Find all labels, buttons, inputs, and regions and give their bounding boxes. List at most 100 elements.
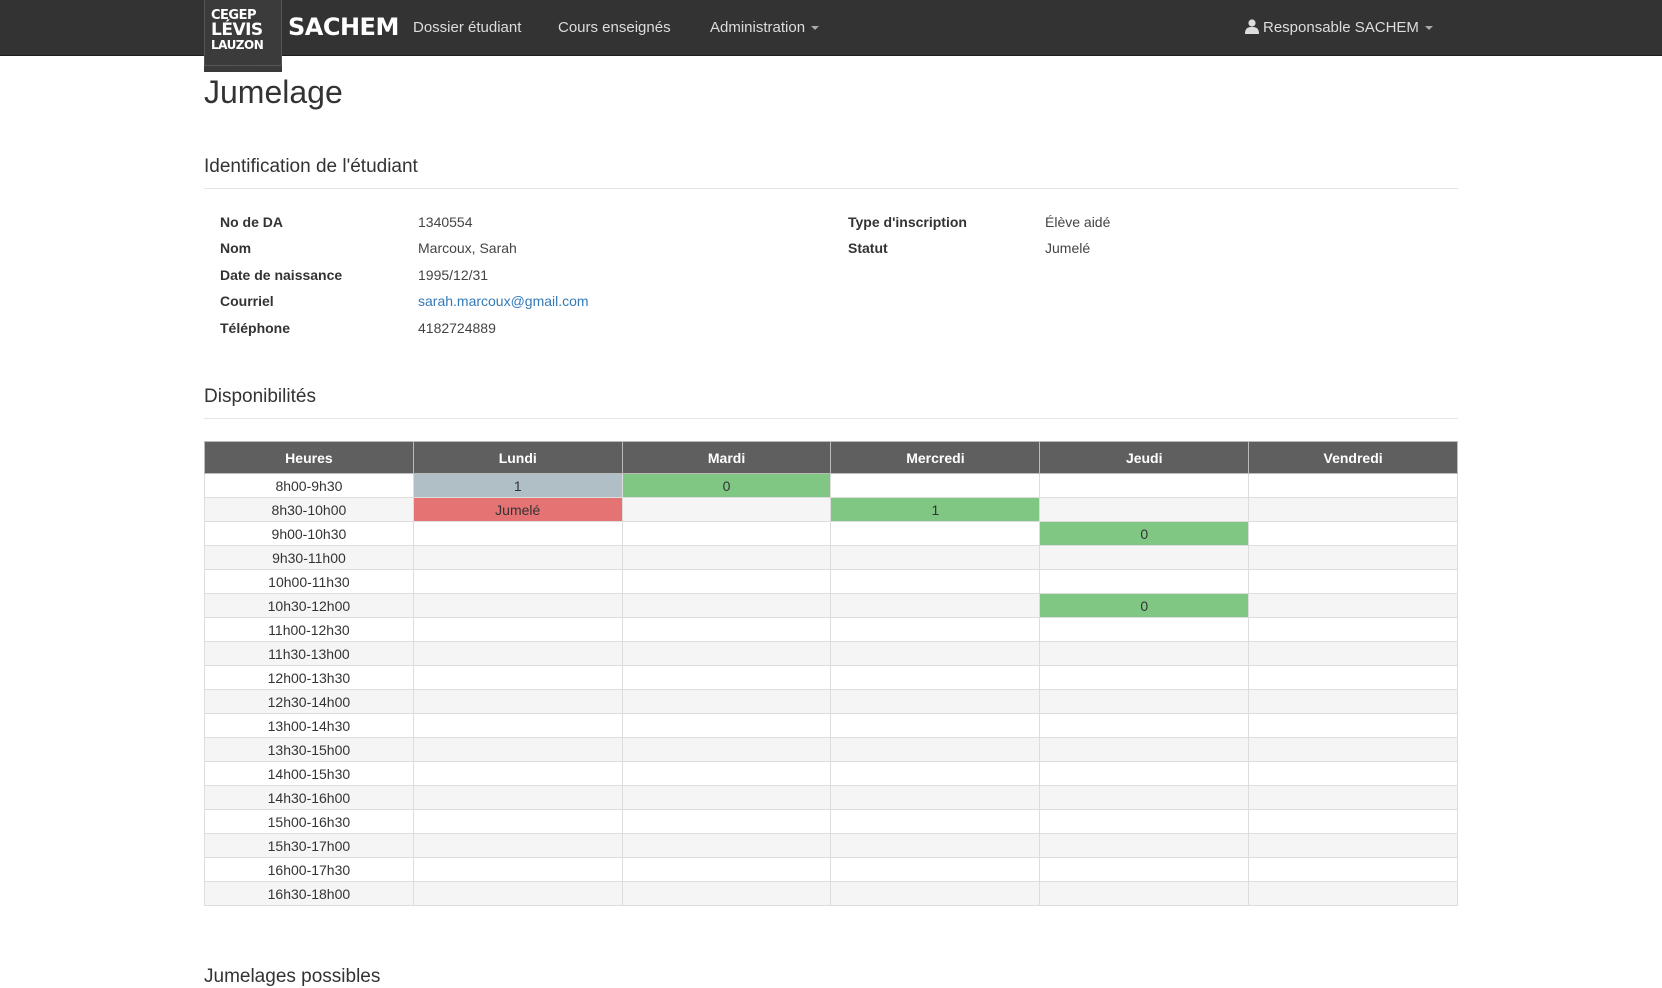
availability-cell[interactable]: Jumelé [412,497,623,522]
availability-cell[interactable] [1248,593,1458,618]
availability-cell[interactable] [621,689,832,714]
availability-cell[interactable] [1248,689,1458,714]
availability-cell[interactable]: 0 [1039,521,1250,546]
availability-cell[interactable] [412,545,623,570]
availability-cell[interactable] [1039,545,1250,570]
availability-cell[interactable] [621,737,832,762]
availability-cell[interactable] [830,857,1041,882]
availability-cell[interactable] [1039,857,1250,882]
availability-cell[interactable] [412,641,623,666]
availability-cell[interactable] [621,497,832,522]
availability-cell[interactable] [621,545,832,570]
availability-cell[interactable] [621,833,832,858]
availability-cell[interactable] [1039,833,1250,858]
availability-cell[interactable] [1248,881,1458,906]
availability-cell[interactable] [1248,665,1458,690]
cegep-logo[interactable]: CEGEP LÉVIS LAUZON [204,0,282,72]
availability-cell[interactable] [621,761,832,786]
nav-link-cours-enseignes[interactable]: Cours enseignés [558,19,671,36]
availability-cell[interactable] [412,785,623,810]
availability-cell[interactable] [412,713,623,738]
availability-cell[interactable] [830,593,1041,618]
nav-dropdown-administration[interactable]: Administration [710,19,820,36]
availability-cell[interactable] [412,809,623,834]
availability-cell[interactable] [830,569,1041,594]
availability-cell[interactable] [412,761,623,786]
availability-cell[interactable] [412,593,623,618]
time-slot-cell: 16h30-18h00 [204,881,414,906]
availability-cell[interactable] [1039,761,1250,786]
availability-cell[interactable]: 0 [621,473,832,498]
availability-cell[interactable] [621,857,832,882]
availability-cell[interactable] [1039,689,1250,714]
availability-cell[interactable] [1248,497,1458,522]
user-menu[interactable]: Responsable SACHEM [1245,19,1433,36]
availability-cell[interactable] [1248,521,1458,546]
availability-cell[interactable] [830,761,1041,786]
availability-cell[interactable] [1248,641,1458,666]
availability-cell[interactable]: 0 [1039,593,1250,618]
availability-cell[interactable] [621,521,832,546]
availability-cell[interactable] [1248,833,1458,858]
availability-cell[interactable] [830,737,1041,762]
availability-cell[interactable] [621,569,832,594]
availability-cell[interactable] [830,665,1041,690]
availability-cell[interactable] [830,473,1041,498]
availability-cell[interactable] [621,713,832,738]
availability-cell[interactable] [830,617,1041,642]
availability-cell[interactable] [1039,785,1250,810]
availability-cell[interactable] [1039,665,1250,690]
availability-cell[interactable] [1039,617,1250,642]
availability-cell[interactable] [1248,857,1458,882]
availability-cell[interactable] [830,881,1041,906]
availability-cell[interactable] [412,617,623,642]
nav-link-dossier-etudiant[interactable]: Dossier étudiant [413,19,521,36]
availability-cell[interactable] [1039,569,1250,594]
availability-cell[interactable] [1248,473,1458,498]
availability-cell[interactable] [830,785,1041,810]
availability-cell[interactable] [621,785,832,810]
availability-cell[interactable] [1039,497,1250,522]
availability-cell[interactable] [621,593,832,618]
availability-cell[interactable]: 1 [412,473,623,498]
availability-cell[interactable] [1248,569,1458,594]
availability-cell[interactable] [1039,713,1250,738]
availability-cell[interactable] [1248,785,1458,810]
availability-cell[interactable] [621,641,832,666]
availability-cell[interactable] [1039,881,1250,906]
availability-cell[interactable] [412,857,623,882]
availability-cell[interactable] [412,665,623,690]
availability-cell[interactable] [1039,809,1250,834]
availability-cell[interactable] [621,617,832,642]
availability-cell[interactable] [830,713,1041,738]
label-date-naissance: Date de naissance [220,267,343,283]
availability-cell[interactable] [621,881,832,906]
availability-cell[interactable] [412,521,623,546]
availability-cell[interactable] [830,521,1041,546]
email-link[interactable]: sarah.marcoux@gmail.com [418,293,589,309]
availability-cell[interactable] [830,809,1041,834]
availability-cell[interactable] [1248,617,1458,642]
availability-cell[interactable] [412,881,623,906]
availability-cell[interactable] [830,545,1041,570]
availability-cell[interactable] [1248,545,1458,570]
availability-cell[interactable] [830,689,1041,714]
availability-cell[interactable] [621,809,832,834]
availability-cell[interactable] [1039,473,1250,498]
availability-cell[interactable] [412,737,623,762]
availability-cell[interactable] [1248,761,1458,786]
availability-cell[interactable] [1039,641,1250,666]
availability-cell[interactable] [621,665,832,690]
availability-cell[interactable] [830,833,1041,858]
table-row: 10h00-11h30 [204,569,1458,594]
availability-cell[interactable] [1039,737,1250,762]
brand-name[interactable]: SACHEM [288,13,399,41]
availability-cell[interactable] [412,569,623,594]
availability-cell[interactable]: 1 [830,497,1041,522]
availability-cell[interactable] [1248,713,1458,738]
availability-cell[interactable] [1248,737,1458,762]
availability-cell[interactable] [830,641,1041,666]
availability-cell[interactable] [412,833,623,858]
availability-cell[interactable] [1248,809,1458,834]
availability-cell[interactable] [412,689,623,714]
